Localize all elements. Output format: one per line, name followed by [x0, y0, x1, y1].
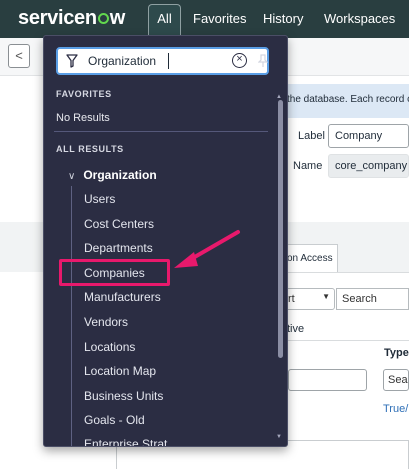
favorites-no-results: No Results	[56, 112, 110, 124]
list-search-input[interactable]: Search	[336, 288, 409, 310]
menu-item-business-units[interactable]: Business Units	[84, 389, 163, 403]
menu-item-cost-centers[interactable]: Cost Centers	[84, 217, 154, 231]
info-message: the database. Each record c	[287, 84, 409, 118]
nav-all-menu[interactable]: All	[148, 4, 181, 38]
active-filter-text: tive	[287, 323, 305, 335]
menu-scrollbar-thumb[interactable]	[278, 100, 283, 358]
pin-icon[interactable]	[258, 54, 268, 68]
logo-text-start: servicen	[18, 7, 97, 29]
logo-o-icon	[97, 13, 109, 24]
section-divider	[54, 131, 268, 132]
search-field-select-value: rt	[288, 293, 295, 305]
nav-history-menu[interactable]: History	[263, 11, 303, 26]
text-cursor	[168, 53, 169, 69]
menu-item-users[interactable]: Users	[84, 192, 115, 206]
type-link[interactable]: True/	[383, 403, 408, 415]
menu-item-locations[interactable]: Locations	[84, 340, 135, 354]
pointer-arrow-icon	[174, 230, 240, 268]
nav-workspaces-menu[interactable]: Workspaces	[324, 11, 395, 26]
type-search-input[interactable]: Sear	[383, 369, 409, 391]
top-navigation-bar: servicen w All Favorites History Workspac…	[0, 0, 409, 38]
menu-group-label: Organization	[83, 168, 157, 182]
label-field-input[interactable]: Company	[328, 124, 409, 148]
menu-item-manufacturers[interactable]: Manufacturers	[84, 290, 161, 304]
all-results-section-title: ALL RESULTS	[56, 144, 124, 154]
all-menu-panel: Organization × FAVORITES No Results ALL …	[43, 35, 288, 447]
filter-icon	[66, 54, 78, 68]
menu-item-goals-old[interactable]: Goals - Old	[84, 413, 145, 427]
tab-access[interactable]: on Access	[280, 244, 338, 272]
column-search-input[interactable]	[288, 369, 367, 391]
menu-item-departments[interactable]: Departments	[84, 241, 153, 255]
clear-circle-x-icon[interactable]: ×	[232, 53, 247, 68]
logo-text-end: w	[109, 7, 126, 29]
name-field-label: Name	[293, 160, 323, 172]
chevron-down-icon: ∨	[68, 171, 76, 182]
servicenow-logo[interactable]: servicen w	[18, 7, 125, 30]
menu-filter-input[interactable]: Organization ×	[56, 47, 269, 75]
menu-item-location-map[interactable]: Location Map	[84, 364, 156, 378]
type-column-header: Type	[384, 347, 409, 359]
back-button[interactable]: <	[8, 44, 30, 68]
search-field-select[interactable]: rt ▼	[285, 288, 335, 310]
favorites-section-title: FAVORITES	[56, 89, 112, 99]
name-field-input: core_company	[328, 154, 409, 178]
menu-filter-text: Organization	[88, 54, 157, 68]
menu-item-enterprise-strategy[interactable]: Enterprise Strat	[84, 437, 167, 446]
tree-guide-line	[71, 186, 72, 446]
caret-down-icon: ▼	[322, 292, 330, 301]
menu-group-organization[interactable]: ∨ Organization	[68, 168, 157, 182]
scroll-down-icon[interactable]: ▼	[276, 434, 282, 440]
companies-highlight-box	[59, 259, 170, 286]
menu-item-vendors[interactable]: Vendors	[84, 315, 128, 329]
label-field-label: Label	[298, 130, 325, 142]
nav-favorites-menu[interactable]: Favorites	[193, 11, 246, 26]
